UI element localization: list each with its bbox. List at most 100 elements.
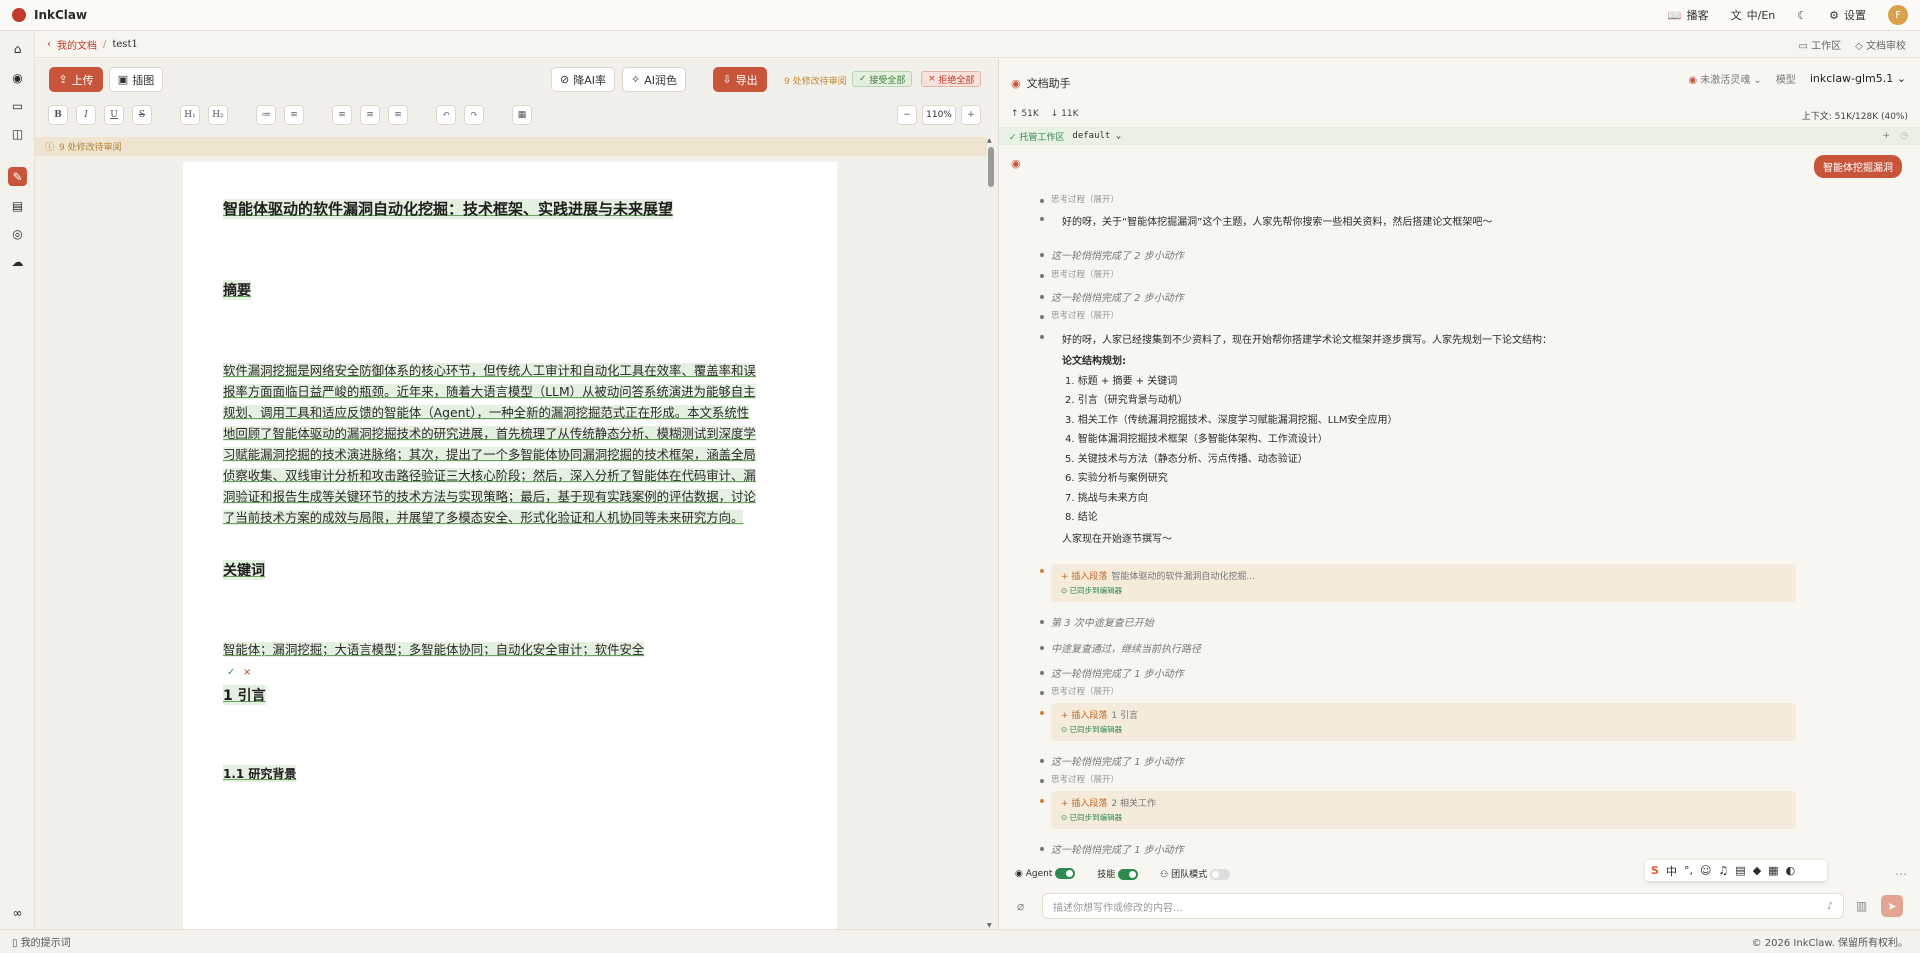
reject-change-button[interactable]: × — [243, 667, 251, 678]
accept-change-button[interactable]: ✓ — [227, 667, 235, 678]
home-icon[interactable]: ⌂ — [8, 39, 27, 58]
breadcrumb-root[interactable]: 我的文档 — [57, 37, 97, 52]
keyboard-icon[interactable]: ▤ — [1735, 864, 1745, 877]
chat-input[interactable]: 描述你想写作或修改的内容... ♪ — [1042, 893, 1844, 919]
ime-lang-icon[interactable]: 中 — [1666, 863, 1677, 879]
model-select[interactable]: inkclaw-glm5.1 ⌄ — [1810, 72, 1906, 85]
edit-icon[interactable]: ✎ — [8, 167, 27, 186]
align-center-button[interactable]: ≡ — [360, 105, 380, 125]
team-toggle[interactable]: ⚇ 团队模式 — [1160, 867, 1230, 880]
theme-toggle[interactable]: ☾ — [1797, 9, 1807, 22]
strikethrough-button[interactable]: S — [132, 105, 152, 125]
chat-icon[interactable]: ▭ — [8, 96, 27, 115]
workspace-select[interactable]: default ⌄ — [1072, 131, 1121, 141]
bullet-list-button[interactable]: ≔ — [256, 105, 276, 125]
redo-button[interactable]: ↷ — [464, 105, 484, 125]
editor-scrollbar[interactable]: ▲ ▼ — [987, 137, 995, 929]
mic-icon[interactable]: ♪ — [1827, 901, 1833, 912]
keywords-heading[interactable]: 关键词 — [223, 560, 265, 580]
zoom-level[interactable]: 110% — [922, 105, 956, 125]
soul-status[interactable]: ◉ 未激活灵魂 ⌄ — [1688, 71, 1761, 86]
insert-card[interactable]: + 插入段落 智能体驱动的软件漏洞自动化挖掘... ⊙ 已同步到编辑器 — [1051, 564, 1796, 602]
ordered-list-button[interactable]: ≡ — [284, 105, 304, 125]
section-1-heading[interactable]: 1 引言 — [223, 685, 266, 705]
think-toggle[interactable]: 思考过程（展开） — [1051, 268, 1119, 280]
cloud-icon[interactable]: ☁ — [8, 252, 27, 271]
abstract-paragraph[interactable]: 软件漏洞挖掘是网络安全防御体系的核心环节，但传统人工审计和自动化工具在效率、覆盖… — [223, 360, 795, 528]
section-1-1-heading[interactable]: 1.1 研究背景 — [223, 765, 297, 782]
translate-icon: 文 — [1730, 9, 1742, 22]
think-toggle[interactable]: 思考过程（展开） — [1051, 193, 1119, 205]
think-toggle[interactable]: 思考过程（展开） — [1051, 309, 1119, 321]
table-button[interactable]: ▦ — [512, 105, 532, 125]
clock-icon[interactable]: ◷ — [1900, 131, 1908, 141]
agent-toggle[interactable]: ◉ Agent — [1015, 868, 1076, 879]
team-switch[interactable] — [1209, 869, 1230, 880]
align-right-button[interactable]: ≡ — [388, 105, 408, 125]
mic-icon[interactable]: ♫ — [1718, 864, 1728, 877]
underline-button[interactable]: U — [104, 105, 124, 125]
trash-icon[interactable]: ▥ — [1856, 899, 1867, 913]
app-logo[interactable]: InkClaw — [12, 8, 87, 22]
scrollbar-thumb[interactable] — [988, 147, 994, 187]
action-summary[interactable]: 这一轮悄悄完成了 1 步小动作 — [1051, 841, 1184, 856]
align-left-button[interactable]: ≡ — [332, 105, 352, 125]
prompts-link[interactable]: ▯ 我的提示词 — [12, 934, 71, 949]
review-link[interactable]: ◇ 文档审校 — [1855, 37, 1906, 52]
document-icon[interactable]: ▤ — [8, 196, 27, 215]
blog-link[interactable]: 📖 播客 — [1668, 7, 1709, 23]
avatar[interactable]: F — [1888, 5, 1908, 25]
keywords-paragraph[interactable]: 智能体；漏洞挖掘；大语言模型；多智能体协同；自动化安全审计；软件安全 — [223, 639, 795, 660]
zoom-out-icon[interactable]: − — [897, 105, 917, 125]
skin-icon[interactable]: ◆ — [1753, 864, 1761, 877]
punct-icon[interactable]: °, — [1684, 864, 1693, 877]
document-page[interactable]: 智能体驱动的软件漏洞自动化挖掘：技术框架、实践进展与未来展望 摘要 软件漏洞挖掘… — [183, 162, 837, 929]
add-icon[interactable]: + — [1882, 131, 1890, 141]
grid-icon[interactable]: ▦ — [1768, 864, 1778, 877]
action-summary[interactable]: 这一轮悄悄完成了 2 步小动作 — [1051, 247, 1184, 262]
italic-button[interactable]: I — [76, 105, 96, 125]
heading1-button[interactable]: H₁ — [180, 105, 200, 125]
tokens-up: ↑ 51K — [1011, 109, 1039, 119]
accept-all-button[interactable]: ✓ 接受全部 — [852, 71, 913, 87]
abstract-heading[interactable]: 摘要 — [223, 280, 251, 300]
heading2-button[interactable]: H₂ — [208, 105, 228, 125]
action-summary[interactable]: 这一轮悄悄完成了 1 步小动作 — [1051, 665, 1184, 680]
think-toggle[interactable]: 思考过程（展开） — [1051, 773, 1119, 785]
undo-button[interactable]: ↶ — [436, 105, 456, 125]
agent-switch[interactable] — [1055, 868, 1076, 879]
language-toggle[interactable]: 文中/En — [1731, 7, 1776, 23]
insert-card[interactable]: + 插入段落 2 相关工作 ⊙ 已同步到编辑器 — [1051, 791, 1796, 829]
skill-switch[interactable] — [1118, 869, 1139, 880]
settings-link[interactable]: ⚙ 设置 — [1829, 7, 1866, 23]
action-summary[interactable]: 这一轮悄悄完成了 2 步小动作 — [1051, 289, 1184, 304]
robot-icon[interactable]: ◉ — [8, 68, 27, 87]
insert-image-button[interactable]: ▣ 插图 — [109, 67, 163, 92]
link-icon[interactable]: ∞ — [8, 903, 27, 922]
insert-card[interactable]: + 插入段落 1 引言 ⊙ 已同步到编辑器 — [1051, 703, 1796, 741]
workspace-link[interactable]: ▭ 工作区 — [1798, 37, 1841, 52]
reject-all-button[interactable]: × 拒绝全部 — [921, 71, 982, 87]
export-button[interactable]: ⇩ 导出 — [713, 67, 767, 92]
action-summary[interactable]: 这一轮悄悄完成了 1 步小动作 — [1051, 753, 1184, 768]
bold-button[interactable]: B — [48, 105, 68, 125]
scroll-down-icon[interactable]: ▼ — [987, 922, 992, 929]
sogou-icon[interactable]: S — [1651, 864, 1659, 877]
compass-icon[interactable]: ◎ — [8, 224, 27, 243]
upload-button[interactable]: ⇪ 上传 — [49, 67, 103, 92]
tools-icon[interactable]: ◐ — [1786, 864, 1796, 877]
think-toggle[interactable]: 思考过程（展开） — [1051, 685, 1119, 697]
zoom-in-icon[interactable]: + — [961, 105, 981, 125]
chevron-left-icon[interactable]: ‹ — [47, 39, 51, 50]
ai-polish-button[interactable]: ✧ AI润色 — [622, 67, 686, 92]
scroll-up-icon[interactable]: ▲ — [987, 137, 992, 144]
doc-title[interactable]: 智能体驱动的软件漏洞自动化挖掘：技术框架、实践进展与未来展望 — [223, 199, 674, 219]
skill-toggle[interactable]: 技能 — [1097, 867, 1139, 880]
reduce-ai-button[interactable]: ⊘ 降AI率 — [551, 67, 615, 92]
more-icon[interactable]: ⋯ — [1895, 867, 1907, 881]
ime-toolbar[interactable]: S 中 °, ☺ ♫ ▤ ◆ ▦ ◐ — [1645, 860, 1827, 881]
send-button[interactable]: ➤ — [1881, 895, 1903, 917]
paperclip-icon[interactable]: ⌀ — [1017, 899, 1024, 913]
emoji-icon[interactable]: ☺ — [1700, 864, 1711, 877]
messages-icon[interactable]: ◫ — [8, 124, 27, 143]
